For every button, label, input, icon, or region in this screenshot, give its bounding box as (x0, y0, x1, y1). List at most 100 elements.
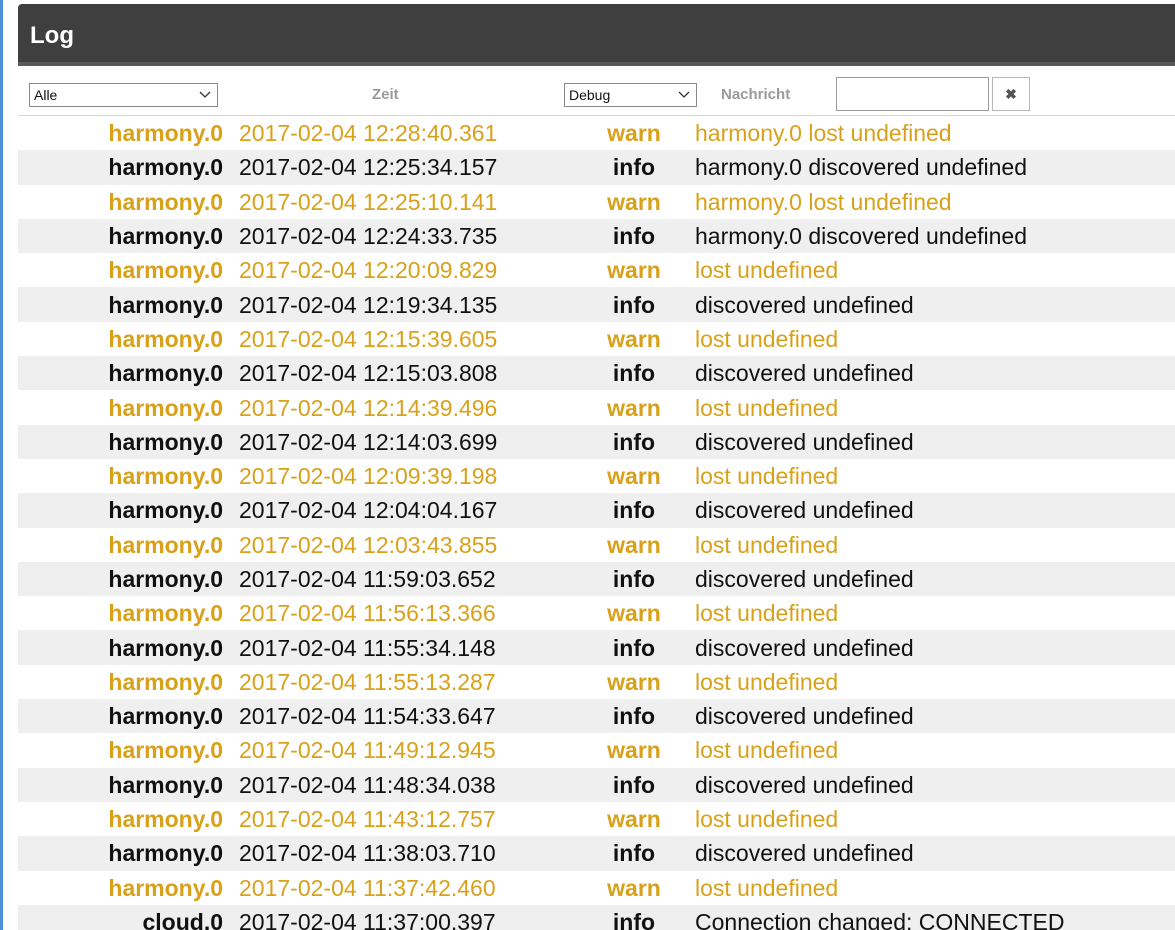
log-row[interactable]: harmony.0 2017-02-04 11:37:42.460 warn lost… (18, 871, 1175, 905)
log-row[interactable]: harmony.0 2017-02-04 12:15:03.808 info disc… (18, 356, 1175, 391)
log-time: 2017-02-04 12:19:34.135 (239, 291, 498, 318)
log-row[interactable]: harmony.0 2017-02-04 11:38:03.710 info disc… (18, 836, 1175, 871)
log-time: 2017-02-04 12:24:33.735 (239, 223, 498, 250)
log-row[interactable]: harmony.0 2017-02-04 12:25:34.157 info harm… (18, 150, 1175, 185)
log-source: harmony.0 (108, 668, 223, 695)
log-severity: warn (607, 531, 661, 558)
log-time: 2017-02-04 11:38:03.710 (239, 840, 496, 867)
log-time: 2017-02-04 11:59:03.652 (239, 566, 496, 592)
log-table-body: harmony.0 2017-02-04 12:28:40.361 warn harm… (18, 116, 1175, 930)
log-row[interactable]: harmony.0 2017-02-04 12:04:04.167 info disc… (18, 493, 1175, 528)
log-message: discovered undefined (695, 428, 914, 455)
log-severity: info (612, 223, 656, 250)
log-source: harmony.0 (108, 634, 223, 661)
log-severity: warn (607, 668, 661, 695)
log-severity: info (612, 908, 656, 930)
log-source: harmony.0 (108, 257, 223, 284)
log-row[interactable]: harmony.0 2017-02-04 11:55:13.287 warn lost… (18, 665, 1175, 699)
log-row[interactable]: harmony.0 2017-02-04 12:20:09.829 warn lost… (18, 253, 1175, 287)
log-row[interactable]: harmony.0 2017-02-04 11:43:12.757 warn lost… (18, 802, 1175, 836)
log-time: 2017-02-04 12:15:39.605 (239, 325, 498, 352)
log-source: harmony.0 (108, 394, 223, 421)
log-source: harmony.0 (108, 874, 223, 901)
log-row[interactable]: harmony.0 2017-02-04 12:19:34.135 info disc… (18, 287, 1175, 322)
log-source: harmony.0 (108, 566, 223, 592)
log-message: harmony.0 discovered undefined (695, 223, 1028, 250)
log-time: 2017-02-04 12:25:34.157 (239, 154, 498, 181)
log-message: lost undefined (695, 257, 839, 284)
log-row[interactable]: harmony.0 2017-02-04 12:03:43.855 warn lost… (18, 528, 1175, 562)
log-source: harmony.0 (108, 120, 223, 147)
log-severity: warn (607, 600, 661, 627)
log-source: harmony.0 (108, 291, 223, 318)
log-row[interactable]: harmony.0 2017-02-04 11:48:34.038 info disc… (18, 767, 1175, 802)
time-column-header[interactable]: Zeit (372, 86, 399, 103)
message-filter-input[interactable] (836, 77, 989, 111)
log-severity: warn (607, 188, 661, 215)
log-row[interactable]: harmony.0 2017-02-04 11:56:13.366 warn lost… (18, 596, 1175, 630)
log-panel: Log Alle Zeit Debug Nachricht ✖ harmony.… (18, 4, 1175, 930)
log-severity: warn (607, 874, 661, 901)
log-message: lost undefined (695, 394, 839, 421)
log-row[interactable]: harmony.0 2017-02-04 12:28:40.361 warn harm… (18, 116, 1175, 150)
log-row[interactable]: harmony.0 2017-02-04 12:24:33.735 info harm… (18, 218, 1175, 254)
log-source: harmony.0 (108, 463, 223, 490)
log-row[interactable]: harmony.0 2017-02-04 12:14:03.699 info disc… (18, 424, 1175, 459)
log-severity: warn (607, 806, 661, 833)
log-message: lost undefined (695, 874, 839, 901)
log-time: 2017-02-04 12:28:40.361 (239, 120, 498, 147)
log-source: harmony.0 (108, 771, 223, 798)
log-message: lost undefined (695, 806, 839, 833)
log-source: harmony.0 (108, 531, 223, 558)
log-severity: warn (607, 120, 661, 147)
log-time: 2017-02-04 12:20:09.829 (239, 257, 498, 284)
panel-title: Log (30, 22, 74, 49)
log-source: harmony.0 (108, 703, 223, 730)
close-icon: ✖ (1005, 86, 1017, 102)
log-row[interactable]: harmony.0 2017-02-04 12:15:39.605 warn lost… (18, 322, 1175, 356)
severity-filter-select[interactable]: Debug (564, 83, 697, 107)
message-column-header[interactable]: Nachricht (721, 86, 790, 103)
log-row[interactable]: harmony.0 2017-02-04 12:14:39.496 warn lost… (18, 390, 1175, 424)
log-time: 2017-02-04 11:37:42.460 (239, 874, 496, 901)
log-message: lost undefined (695, 600, 839, 627)
log-message: discovered undefined (695, 703, 914, 730)
log-message: harmony.0 lost undefined (695, 120, 952, 147)
window-frame: Log Alle Zeit Debug Nachricht ✖ harmony.… (0, 0, 1175, 930)
log-severity: info (612, 771, 656, 798)
log-severity: warn (607, 737, 661, 764)
log-row[interactable]: harmony.0 2017-02-04 12:09:39.198 warn lost… (18, 459, 1175, 493)
log-message: discovered undefined (695, 840, 914, 867)
log-row[interactable]: harmony.0 2017-02-04 12:25:10.141 warn harm… (18, 185, 1175, 219)
clear-filter-button[interactable]: ✖ (992, 77, 1030, 111)
log-source: harmony.0 (108, 840, 223, 867)
log-message: harmony.0 lost undefined (695, 188, 952, 215)
source-filter-value: Alle (34, 87, 58, 103)
log-time: 2017-02-04 11:55:13.287 (239, 668, 496, 695)
log-severity: info (612, 497, 656, 524)
log-severity: info (612, 154, 656, 181)
log-source: harmony.0 (108, 806, 223, 833)
log-time: 2017-02-04 11:49:12.945 (239, 737, 496, 764)
log-time: 2017-02-04 12:03:43.855 (239, 531, 498, 558)
log-row[interactable]: harmony.0 2017-02-04 11:49:12.945 warn lost… (18, 733, 1175, 767)
log-severity: info (612, 566, 656, 592)
log-row[interactable]: harmony.0 2017-02-04 11:54:33.647 info disc… (18, 699, 1175, 734)
log-severity: info (612, 360, 656, 387)
log-row[interactable]: harmony.0 2017-02-04 11:55:34.148 info disc… (18, 630, 1175, 665)
log-message: lost undefined (695, 668, 839, 695)
log-message: discovered undefined (695, 291, 914, 318)
log-row[interactable]: cloud.0 2017-02-04 11:37:00.397 info Connec… (18, 904, 1175, 930)
log-row[interactable]: harmony.0 2017-02-04 11:59:03.652 info disc… (18, 561, 1175, 597)
log-time: 2017-02-04 12:04:04.167 (239, 497, 498, 524)
log-source: cloud.0 (142, 908, 223, 930)
log-severity: warn (607, 257, 661, 284)
chevron-down-icon (199, 91, 211, 98)
log-table: harmony.0 2017-02-04 12:28:40.361 warn harm… (18, 116, 1175, 930)
log-message: lost undefined (695, 737, 839, 764)
log-severity: warn (607, 394, 661, 421)
severity-filter-value: Debug (569, 87, 611, 103)
filter-bar: Alle Zeit Debug Nachricht ✖ (18, 66, 1175, 116)
source-filter-select[interactable]: Alle (29, 83, 218, 107)
log-time: 2017-02-04 11:54:33.647 (239, 703, 496, 730)
